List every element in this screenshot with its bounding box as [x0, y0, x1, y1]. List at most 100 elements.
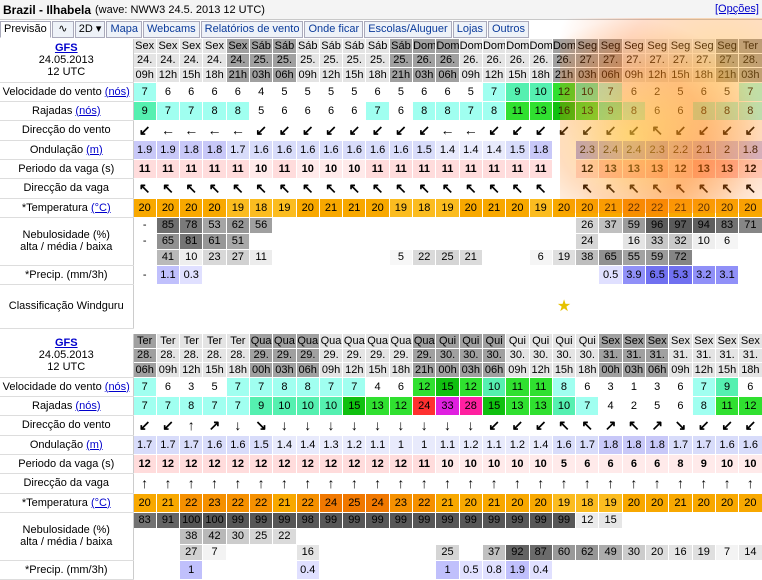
days-cell: Sex [738, 334, 762, 349]
precip-cell: 0.8 [482, 560, 507, 580]
knots-link[interactable]: (nós) [105, 381, 130, 393]
days-cell: Qua [412, 334, 437, 349]
dates-cell: 29. [365, 348, 390, 363]
winddir-cell: ← [156, 120, 181, 141]
wavedir-cell: ↖ [133, 178, 157, 199]
cloud_l-cell [226, 544, 250, 561]
winddir-cell: ← [459, 120, 483, 141]
winddir-cell: ← [202, 120, 227, 141]
meters-link[interactable]: (m) [86, 144, 103, 156]
wavedir-cell: ↑ [133, 473, 157, 494]
tab-8[interactable]: Lojas [452, 21, 487, 38]
winddir-cell: ↓ [342, 415, 367, 436]
hours-cell: 09h [622, 67, 647, 83]
cloud_l-cell: 60 [552, 544, 577, 561]
wave-cell: 2.2 [668, 140, 693, 160]
dates-cell: 31. [668, 348, 693, 363]
winddir-cell: ↗ [202, 415, 227, 436]
precip-cell: 1.1 [156, 265, 181, 285]
wind-cell: 2 [645, 82, 670, 102]
cloud_l-cell: 16 [296, 544, 320, 561]
hours-cell: 06h [272, 67, 297, 83]
hours-cell: 09h [668, 362, 693, 378]
tab-5[interactable]: Relatórios de vento [200, 21, 304, 38]
winddir-cell: ↘ [668, 415, 693, 436]
wavedir-cell: ↑ [529, 473, 553, 494]
dates-cell: 30. [575, 348, 600, 363]
wind-cell: 9 [505, 82, 530, 102]
row-label-gust: Rajadas (nós) [0, 396, 134, 416]
wave-cell: 1.8 [202, 140, 227, 160]
winddir-cell: ↙ [598, 120, 623, 141]
period-cell: 10 [435, 454, 460, 474]
winddir-cell: ↙ [505, 120, 530, 141]
precip-cell [738, 560, 762, 580]
hours-cell: 12h [482, 67, 507, 83]
days-cell: Sex [179, 39, 204, 54]
rating-cell [668, 284, 693, 329]
row-label-precip: *Precip. (mm/3h) [0, 560, 134, 580]
dates-cell: 28. [226, 348, 250, 363]
gust-cell: 7 [133, 396, 157, 416]
precip-cell: 0.3 [179, 265, 204, 285]
wave-cell: 1.7 [575, 435, 600, 455]
cloud_h-cell: 100 [202, 512, 227, 529]
cloud_l-cell [319, 544, 344, 561]
temp-cell: 20 [575, 198, 600, 218]
rating-cell [459, 284, 483, 329]
model-name[interactable]: GFS [0, 337, 132, 349]
wave-cell: 1.6 [738, 435, 762, 455]
tab-0[interactable]: Previsão [0, 21, 51, 38]
period-cell: 5 [552, 454, 577, 474]
tab-3[interactable]: Mapa [106, 21, 142, 38]
options-link[interactable]: [Opções] [715, 3, 759, 15]
model-name[interactable]: GFS [0, 42, 132, 54]
tab-6[interactable]: Onde ficar [304, 21, 364, 38]
wave-cell: 1.7 [179, 435, 204, 455]
wavedir-cell: ↑ [668, 473, 693, 494]
winddir-cell: ↙ [389, 120, 414, 141]
dates-cell: 28. [179, 348, 204, 363]
hours-cell: 03h [575, 67, 600, 83]
wavedir-cell: ↖ [412, 178, 437, 199]
tab-4[interactable]: Webcams [142, 21, 200, 38]
temp-cell: 23 [389, 493, 414, 513]
period-cell: 11 [412, 454, 437, 474]
cloud_h-cell: 99 [249, 512, 274, 529]
winddir-cell: ↙ [505, 415, 530, 436]
gust-cell: 6 [668, 396, 693, 416]
wind-cell: 8 [552, 377, 577, 397]
wavedir-cell: ↖ [692, 178, 716, 199]
celsius-link[interactable]: (°C) [91, 202, 111, 214]
knots-link[interactable]: (nós) [105, 86, 130, 98]
wavedir-cell: ↑ [389, 473, 414, 494]
celsius-link[interactable]: (°C) [91, 497, 111, 509]
gust-cell: 7 [202, 396, 227, 416]
hours-cell: 18h [226, 362, 250, 378]
dates-cell: 27. [622, 53, 647, 68]
gust-cell: 12 [389, 396, 414, 416]
dates-cell: 24. [226, 53, 250, 68]
precip-cell [319, 560, 344, 580]
gust-cell: 8 [622, 101, 647, 121]
cloud_m-cell: 10 [692, 233, 716, 250]
wavedir-cell: ↖ [296, 178, 320, 199]
cloud_m-cell [668, 528, 693, 545]
tab-1[interactable]: ∿ [51, 21, 74, 38]
days-cell: Dom [505, 39, 530, 54]
tab-7[interactable]: Escolas/Aluguer [364, 21, 452, 38]
meters-link[interactable]: (m) [86, 439, 103, 451]
tab-2[interactable]: 2D ▾ [74, 21, 106, 38]
tab-9[interactable]: Outros [488, 21, 530, 38]
knots-link-gust[interactable]: (nós) [75, 105, 100, 117]
cloud_l-cell: 23 [202, 249, 227, 266]
knots-link-gust[interactable]: (nós) [75, 400, 100, 412]
wave-cell: 1.6 [249, 140, 274, 160]
cloud_m-cell [412, 233, 437, 250]
wind-cell: 12 [552, 82, 577, 102]
wind-cell: 5 [459, 82, 483, 102]
cloud_m-cell: - [133, 233, 157, 250]
gust-cell: 7 [156, 101, 181, 121]
gust-cell: 13 [505, 396, 530, 416]
hours-cell: 18h [365, 67, 390, 83]
